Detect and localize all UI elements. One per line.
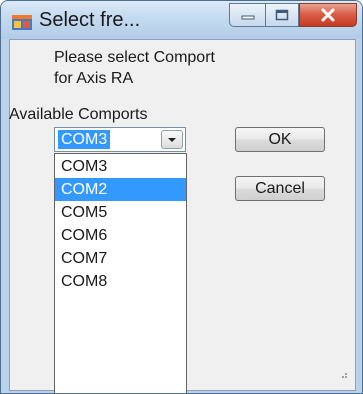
list-item[interactable]: COM2 xyxy=(55,178,186,201)
list-item[interactable]: COM6 xyxy=(55,224,186,247)
list-item[interactable]: COM5 xyxy=(55,201,186,224)
chevron-down-icon xyxy=(168,137,176,142)
list-item[interactable]: COM8 xyxy=(55,270,186,293)
maximize-button[interactable] xyxy=(265,3,299,27)
comport-combobox[interactable]: COM3 xyxy=(54,127,186,152)
list-item[interactable]: COM3 xyxy=(55,155,186,178)
ok-button[interactable]: OK xyxy=(235,127,325,152)
resize-grip-icon[interactable] xyxy=(338,369,348,379)
app-window-icon xyxy=(12,15,32,30)
dialog-window: Select fre... Please select Comport for … xyxy=(0,0,363,394)
cancel-button[interactable]: Cancel xyxy=(235,176,325,201)
window-title: Select fre... xyxy=(39,9,141,31)
minimize-button[interactable] xyxy=(229,3,265,27)
title-bar[interactable]: Select fre... xyxy=(1,1,362,39)
prompt-text: Please select Comport for Axis RA xyxy=(54,49,215,87)
list-item[interactable]: COM7 xyxy=(55,247,186,270)
close-icon xyxy=(321,8,335,22)
combobox-selected-value: COM3 xyxy=(58,130,111,149)
combobox-dropdown-button[interactable] xyxy=(161,130,183,149)
comport-dropdown-list: COM3 COM2 COM5 COM6 COM7 COM8 xyxy=(54,153,187,393)
minimize-icon xyxy=(241,15,254,20)
available-comports-label: Available Comports xyxy=(9,106,148,123)
maximize-icon xyxy=(275,9,289,21)
close-button[interactable] xyxy=(299,3,357,27)
